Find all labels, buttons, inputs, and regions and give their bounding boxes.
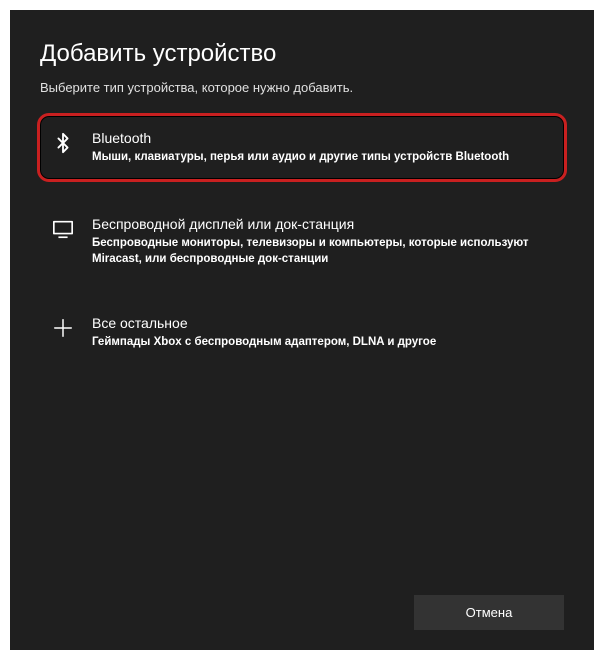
option-other-title: Все остальное [92, 315, 552, 331]
dialog-title: Добавить устройство [40, 40, 564, 68]
option-bluetooth[interactable]: Bluetooth Мыши, клавиатуры, перья или ау… [37, 113, 567, 182]
option-bluetooth-desc: Мыши, клавиатуры, перья или аудио и друг… [92, 149, 552, 165]
bluetooth-icon [52, 132, 74, 154]
add-device-dialog: Добавить устройство Выберите тип устройс… [10, 10, 594, 650]
option-other-text: Все остальное Геймпады Xbox с беспроводн… [92, 315, 552, 350]
dialog-footer: Отмена [414, 595, 564, 630]
option-bluetooth-title: Bluetooth [92, 130, 552, 146]
option-display-desc: Беспроводные мониторы, телевизоры и комп… [92, 235, 552, 267]
cancel-button[interactable]: Отмена [414, 595, 564, 630]
monitor-icon [52, 218, 74, 240]
option-everything-else[interactable]: Все остальное Геймпады Xbox с беспроводн… [40, 301, 564, 364]
option-wireless-display[interactable]: Беспроводной дисплей или док-станция Бес… [40, 202, 564, 281]
option-other-desc: Геймпады Xbox с беспроводным адаптером, … [92, 334, 552, 350]
option-display-text: Беспроводной дисплей или док-станция Бес… [92, 216, 552, 267]
dialog-subtitle: Выберите тип устройства, которое нужно д… [40, 80, 564, 95]
plus-icon [52, 317, 74, 339]
option-bluetooth-text: Bluetooth Мыши, клавиатуры, перья или ау… [92, 130, 552, 165]
option-display-title: Беспроводной дисплей или док-станция [92, 216, 552, 232]
